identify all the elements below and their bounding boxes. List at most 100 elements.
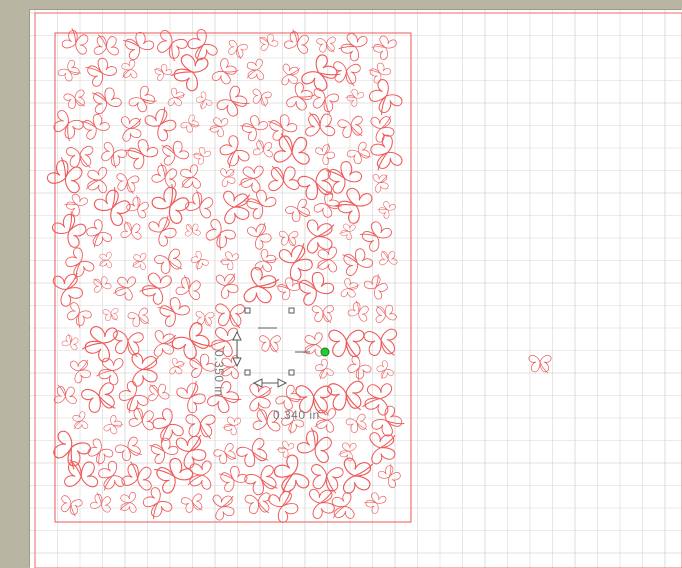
shamrock-icon	[70, 410, 89, 432]
shamrock-icon[interactable]	[259, 335, 281, 353]
shamrock-icon	[168, 357, 186, 377]
shamrock-icon	[316, 36, 338, 55]
shamrock-icon	[336, 115, 367, 141]
shamrock-icon	[187, 249, 210, 273]
shamrock-icon	[180, 492, 206, 516]
cutting-mat-canvas[interactable]: 0.340 in 0.350 in	[30, 10, 682, 568]
shamrock-icon	[60, 26, 93, 56]
shamrock-icon	[369, 403, 408, 442]
shamrock-icon	[127, 84, 160, 117]
shamrock-icon	[331, 181, 375, 226]
shamrock-icon	[149, 180, 197, 227]
shamrock-icon	[154, 291, 192, 329]
shamrock-icon	[312, 357, 335, 382]
shamrock-icon	[194, 310, 215, 328]
shamrock-icon	[113, 435, 146, 466]
shamrock-icon	[244, 491, 273, 517]
shamrock-icon	[362, 271, 392, 301]
shamrock-icon	[295, 425, 338, 465]
shamrock-icon	[179, 113, 202, 136]
shamrock-icon	[131, 252, 147, 270]
shamrock-icon	[316, 246, 338, 273]
shamrock-icon	[342, 457, 374, 495]
shamrock-icon	[253, 248, 280, 276]
shamrock-icon	[245, 58, 265, 82]
shamrock-icon	[174, 273, 205, 301]
mat-grid	[30, 10, 682, 568]
height-readout: 0.350 in	[212, 350, 226, 397]
shamrock-icon	[225, 39, 249, 61]
shamrock-icon	[273, 273, 302, 302]
shamrock-icon	[237, 110, 270, 143]
shamrock-icon	[314, 140, 339, 166]
shamrock-icon	[57, 494, 84, 518]
shamrock-icon	[61, 332, 82, 351]
shamrock-icon	[177, 163, 202, 192]
resize-handle-top-right[interactable]	[288, 307, 295, 314]
shamrock-icon	[338, 220, 357, 241]
shamrock-icon	[215, 461, 249, 494]
shamrock-icon	[62, 88, 89, 112]
resize-handle-top-left[interactable]	[244, 307, 251, 314]
shamrock-icon	[361, 379, 393, 417]
shamrock-icon	[368, 430, 399, 465]
shamrock-icon	[120, 114, 144, 142]
shamrock-icon	[149, 451, 196, 496]
shamrock-icon	[79, 381, 121, 418]
shamrock-icon	[369, 111, 398, 144]
shamrock-icon	[340, 277, 361, 301]
shamrock-icon	[81, 217, 114, 251]
shamrock-icon	[284, 80, 318, 116]
shamrock-icon	[245, 219, 276, 251]
width-readout: 0.340 in	[273, 408, 320, 422]
shamrock-icon	[193, 90, 214, 112]
shamrock-icon	[330, 60, 362, 87]
shamrock-icon	[187, 460, 212, 490]
shamrock-icon	[63, 458, 99, 488]
rotate-handle[interactable]	[320, 347, 330, 357]
shamrock-icon	[56, 58, 84, 86]
shamrock-icon	[328, 491, 356, 522]
shamrock-icon	[48, 108, 86, 144]
shamrock-pattern[interactable]	[45, 26, 408, 525]
resize-handle-bottom-right[interactable]	[288, 369, 295, 376]
shamrock-icon	[98, 251, 113, 269]
shamrock-icon	[118, 491, 137, 514]
shamrock-icon	[150, 161, 182, 190]
shamrock-icon	[90, 274, 113, 294]
shamrock-icon	[266, 485, 304, 525]
shamrock-icon	[153, 329, 177, 358]
shamrock-icon	[304, 111, 336, 137]
shamrock-icon	[292, 266, 337, 308]
shamrock-icon	[46, 428, 93, 473]
shamrock-icon	[376, 461, 405, 490]
shamrock-icon	[60, 245, 97, 283]
shamrock-icon	[126, 306, 153, 330]
shamrock-icon	[344, 412, 370, 436]
shamrock-icon	[221, 413, 242, 436]
shamrock-icon	[131, 352, 160, 387]
shamrock-icon	[336, 28, 369, 63]
shamrock-icon	[268, 452, 312, 499]
shamrock-icon	[112, 273, 137, 302]
shamrock-icon	[373, 302, 398, 324]
shamrock-icon	[114, 172, 140, 195]
shamrock-icon	[102, 307, 120, 323]
shamrock-icon	[89, 491, 115, 514]
shamrock-icon	[207, 114, 230, 138]
shamrock-icon	[146, 381, 170, 402]
shamrock-icon	[168, 47, 211, 94]
shamrock-icon	[295, 166, 339, 205]
shamrock-icon	[69, 356, 94, 385]
shamrock-icon	[152, 247, 187, 278]
resize-handle-bottom-left[interactable]	[244, 369, 251, 376]
shamrock-icon	[120, 220, 144, 241]
shamrock-icon[interactable]	[528, 354, 552, 374]
shamrock-icon	[81, 52, 119, 89]
shamrock-icon	[88, 83, 123, 116]
shamrock-icon	[190, 144, 213, 166]
shamrock-icon	[302, 332, 324, 357]
selection-box[interactable]	[232, 307, 330, 388]
shamrock-icon	[326, 380, 367, 414]
mat-border	[34, 12, 682, 568]
